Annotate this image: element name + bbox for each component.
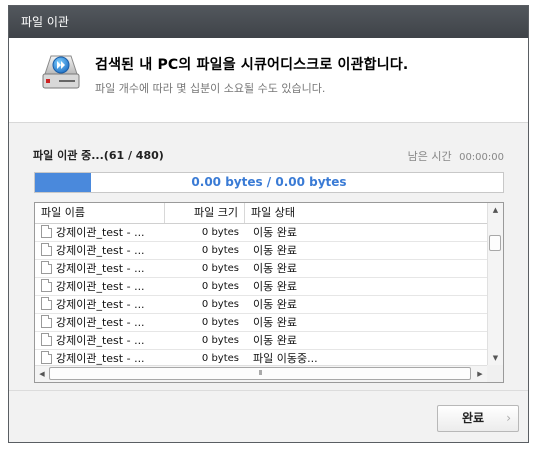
title-bar: 파일 이관: [9, 6, 528, 38]
column-header-status[interactable]: 파일 상태: [245, 203, 487, 223]
table-row[interactable]: 강제이관_test - ... 0 bytes 이동 완료: [35, 224, 487, 242]
table-row[interactable]: 강제이관_test - ... 0 bytes 이동 완료: [35, 314, 487, 332]
file-status-cell: 이동 완료: [253, 262, 297, 275]
column-header-size[interactable]: 파일 크기: [165, 203, 245, 223]
file-status-cell: 이동 완료: [253, 226, 297, 239]
column-header-name[interactable]: 파일 이름: [35, 203, 165, 223]
progress-text: 0.00 bytes / 0.00 bytes: [191, 175, 347, 189]
file-icon: [41, 315, 52, 328]
list-rows: 강제이관_test - ... 0 bytes 이동 완료 강제이관_test - .…: [35, 224, 487, 368]
scroll-left-icon[interactable]: ◀: [35, 366, 49, 382]
file-icon: [41, 351, 52, 364]
list-header: 파일 이름 파일 크기 파일 상태: [35, 203, 487, 224]
file-name-cell: 강제이관_test - ...: [41, 278, 165, 295]
file-icon: [41, 279, 52, 292]
horizontal-scroll-thumb[interactable]: III: [49, 367, 471, 380]
file-status-cell: 이동 완료: [253, 244, 297, 257]
file-size-cell: 0 bytes: [201, 317, 239, 328]
file-name: 강제이관_test - ...: [56, 352, 145, 365]
drive-transfer-icon: [42, 55, 80, 89]
file-status-cell: 이동 완료: [253, 298, 297, 311]
file-name: 강제이관_test - ...: [56, 226, 145, 239]
scroll-up-icon[interactable]: ▲: [488, 203, 503, 217]
dialog-footer: 완료 ›: [9, 390, 528, 442]
remaining-time-label: 남은 시간: [407, 150, 452, 163]
window-title: 파일 이관: [21, 15, 69, 29]
table-row[interactable]: 강제이관_test - ... 0 bytes 이동 완료: [35, 296, 487, 314]
progress-panel: 파일 이관 중...(61 / 480) 남은 시간 00:00:00 0.00…: [9, 122, 528, 391]
file-name: 강제이관_test - ...: [56, 298, 145, 311]
remaining-time-value: 00:00:00: [459, 152, 504, 163]
file-status-cell: 이동 완료: [253, 316, 297, 329]
horizontal-scrollbar[interactable]: ◀ III ▶: [35, 365, 487, 382]
table-row[interactable]: 강제이관_test - ... 0 bytes 이동 완료: [35, 278, 487, 296]
file-size-cell: 0 bytes: [201, 335, 239, 346]
file-name-cell: 강제이관_test - ...: [41, 242, 165, 259]
file-list[interactable]: 파일 이름 파일 크기 파일 상태 강제이관_test - ... 0 bytes…: [34, 202, 504, 383]
file-icon: [41, 297, 52, 310]
file-size-cell: 0 bytes: [201, 299, 239, 310]
scroll-right-icon[interactable]: ▶: [473, 366, 487, 382]
headline-text: 검색된 내 PC의 파일을 시큐어디스크로 이관합니다.: [95, 57, 409, 73]
file-icon: [41, 225, 52, 238]
progress-bar: 0.00 bytes / 0.00 bytes: [34, 172, 504, 193]
file-name-cell: 강제이관_test - ...: [41, 296, 165, 313]
vertical-scroll-thumb[interactable]: [489, 235, 501, 251]
file-name: 강제이관_test - ...: [56, 280, 145, 293]
dialog-header: 검색된 내 PC의 파일을 시큐어디스크로 이관합니다. 파일 개수에 따라 몇…: [9, 38, 528, 122]
remaining-time: 남은 시간 00:00:00: [408, 148, 504, 164]
file-size-cell: 0 bytes: [201, 263, 239, 274]
scroll-down-icon[interactable]: ▼: [488, 351, 503, 365]
file-name-cell: 강제이관_test - ...: [41, 332, 165, 349]
file-name: 강제이관_test - ...: [56, 244, 145, 257]
file-icon: [41, 333, 52, 346]
table-row[interactable]: 강제이관_test - ... 0 bytes 이동 완료: [35, 242, 487, 260]
file-size-cell: 0 bytes: [201, 227, 239, 238]
vertical-scrollbar[interactable]: ▲ ▼: [487, 203, 503, 365]
file-name: 강제이관_test - ...: [56, 262, 145, 275]
file-name-cell: 강제이관_test - ...: [41, 260, 165, 277]
scrollbar-corner: [487, 365, 503, 382]
file-transfer-dialog: 파일 이관 검색된 내 PC의 파일을 시큐어디스크로 이관합니다. 파일 개수…: [8, 5, 529, 443]
done-button[interactable]: 완료 ›: [437, 405, 519, 432]
subline-text: 파일 개수에 따라 몇 십분이 소요될 수도 있습니다.: [95, 82, 326, 95]
file-status-cell: 이동 완료: [253, 334, 297, 347]
file-name: 강제이관_test - ...: [56, 334, 145, 347]
file-name-cell: 강제이관_test - ...: [41, 224, 165, 241]
file-size-cell: 0 bytes: [201, 245, 239, 256]
chevron-right-icon: ›: [506, 411, 511, 425]
table-row[interactable]: 강제이관_test - ... 0 bytes 이동 완료: [35, 332, 487, 350]
file-icon: [41, 243, 52, 256]
transfer-status-label: 파일 이관 중...(61 / 480): [33, 149, 164, 162]
done-button-label: 완료: [461, 411, 485, 425]
file-status-cell: 이동 완료: [253, 280, 297, 293]
table-row[interactable]: 강제이관_test - ... 0 bytes 이동 완료: [35, 260, 487, 278]
file-name: 강제이관_test - ...: [56, 316, 145, 329]
file-icon: [41, 261, 52, 274]
file-name-cell: 강제이관_test - ...: [41, 314, 165, 331]
file-size-cell: 0 bytes: [201, 281, 239, 292]
